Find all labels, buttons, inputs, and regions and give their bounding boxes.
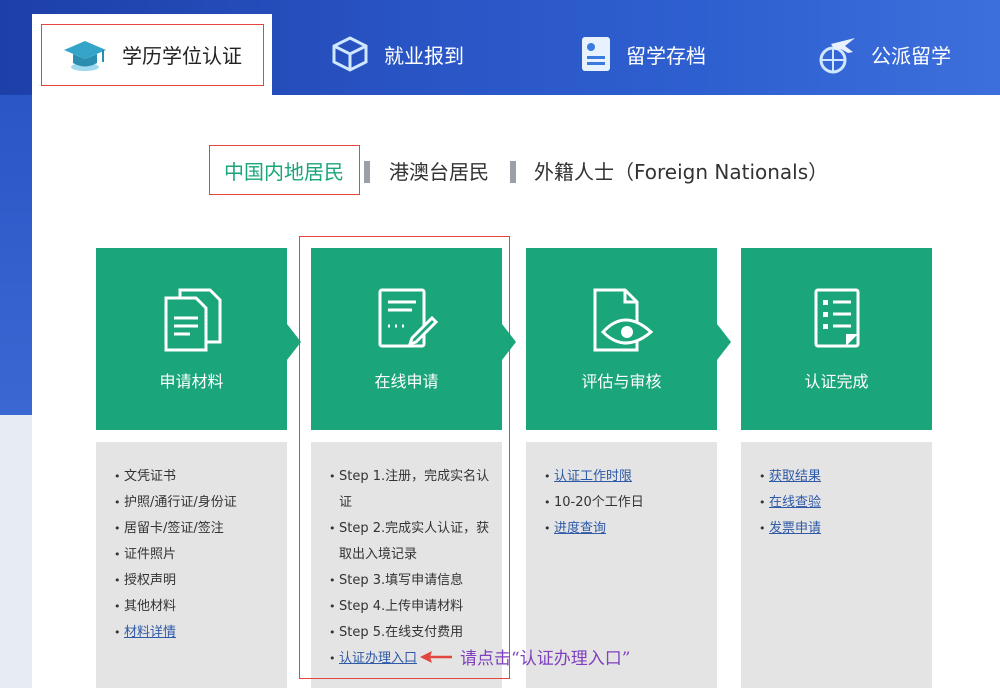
step-card-complete[interactable]: 认证完成 bbox=[741, 248, 932, 430]
list-item: 居留卡/签证/签注 bbox=[114, 516, 277, 542]
nav-tab-employment[interactable]: 就业报到 bbox=[330, 18, 464, 90]
form-edit-icon bbox=[378, 288, 438, 348]
materials-detail-link[interactable]: 材料详情 bbox=[124, 625, 176, 640]
step-arrow bbox=[502, 324, 516, 360]
list-item: Step 5.在线支付费用 bbox=[329, 620, 492, 646]
graduation-cap-icon bbox=[64, 40, 106, 71]
documents-icon bbox=[164, 288, 221, 352]
step-arrow bbox=[287, 324, 301, 360]
nav-tab-label: 学历学位认证 bbox=[122, 44, 242, 68]
nav-tab-degree-verification[interactable]: 学历学位认证 bbox=[32, 14, 272, 95]
list-item: 文凭证书 bbox=[114, 464, 277, 490]
step-arrow bbox=[717, 324, 731, 360]
step-label: 认证完成 bbox=[804, 372, 869, 391]
step-label: 申请材料 bbox=[159, 372, 224, 391]
list-item: 证件照片 bbox=[114, 542, 277, 568]
list-item: Step 1.注册，完成实名认证 bbox=[329, 464, 492, 516]
processing-time-link[interactable]: 认证工作时限 bbox=[554, 469, 632, 484]
progress-query-link[interactable]: 进度查询 bbox=[554, 521, 606, 536]
step-card-online-apply[interactable]: 在线申请 bbox=[311, 248, 502, 430]
click-annotation: 请点击“认证办理入口” bbox=[418, 644, 630, 669]
list-item: 获取结果 bbox=[759, 464, 922, 490]
online-verify-link[interactable]: 在线查验 bbox=[769, 495, 821, 510]
list-item: 其他材料 bbox=[114, 594, 277, 620]
document-card-icon bbox=[582, 37, 610, 71]
annotation-text: 请点击“认证办理入口” bbox=[460, 649, 631, 669]
list-item: Step 3.填写申请信息 bbox=[329, 568, 492, 594]
step-card-review[interactable]: 评估与审核 bbox=[526, 248, 717, 430]
nav-tab-label: 公派留学 bbox=[871, 43, 951, 68]
step-label: 评估与审核 bbox=[581, 372, 662, 391]
list-item: 发票申请 bbox=[759, 516, 922, 542]
residency-tabs: 中国内地居民 港澳台居民 外籍人士（Foreign Nationals） bbox=[0, 155, 1000, 189]
side-background bbox=[0, 415, 32, 688]
list-item: 材料详情 bbox=[114, 620, 277, 646]
list-item: 认证工作时限 bbox=[544, 464, 707, 490]
top-nav: 学历学位认证 就业报到 留学存档 公派留学 bbox=[0, 0, 1000, 95]
cube-icon bbox=[332, 36, 368, 72]
subtab-foreign-nationals[interactable]: 外籍人士（Foreign Nationals） bbox=[534, 155, 828, 189]
list-item: 10-20个工作日 bbox=[544, 490, 707, 516]
list-item: 护照/通行证/身份证 bbox=[114, 490, 277, 516]
subtab-mainland[interactable]: 中国内地居民 bbox=[224, 155, 344, 189]
list-item: Step 4.上传申请材料 bbox=[329, 594, 492, 620]
arrow-left-icon bbox=[420, 650, 452, 663]
subtab-divider bbox=[364, 161, 370, 183]
list-item: 授权声明 bbox=[114, 568, 277, 594]
nav-tab-archive[interactable]: 留学存档 bbox=[580, 18, 706, 90]
checklist-icon bbox=[814, 288, 859, 348]
file-eye-icon bbox=[593, 288, 653, 352]
get-result-link[interactable]: 获取结果 bbox=[769, 469, 821, 484]
plane-globe-icon bbox=[819, 38, 855, 74]
materials-list: 文凭证书 护照/通行证/身份证 居留卡/签证/签注 证件照片 授权声明 其他材料… bbox=[96, 442, 287, 688]
list-item: 在线查验 bbox=[759, 490, 922, 516]
list-item: 进度查询 bbox=[544, 516, 707, 542]
nav-tab-label: 就业报到 bbox=[384, 43, 464, 68]
invoice-apply-link[interactable]: 发票申请 bbox=[769, 521, 821, 536]
side-banner bbox=[0, 95, 32, 415]
step-card-materials[interactable]: 申请材料 bbox=[96, 248, 287, 430]
subtab-hk-macao-taiwan[interactable]: 港澳台居民 bbox=[389, 155, 489, 189]
complete-list: 获取结果 在线查验 发票申请 bbox=[741, 442, 932, 688]
step-label: 在线申请 bbox=[374, 372, 439, 391]
nav-tab-label: 留学存档 bbox=[626, 43, 706, 68]
list-item: Step 2.完成实人认证，获取出入境记录 bbox=[329, 516, 492, 568]
nav-tab-public-study[interactable]: 公派留学 bbox=[815, 18, 951, 90]
verification-entry-link[interactable]: 认证办理入口 bbox=[339, 651, 417, 666]
subtab-divider bbox=[510, 161, 516, 183]
